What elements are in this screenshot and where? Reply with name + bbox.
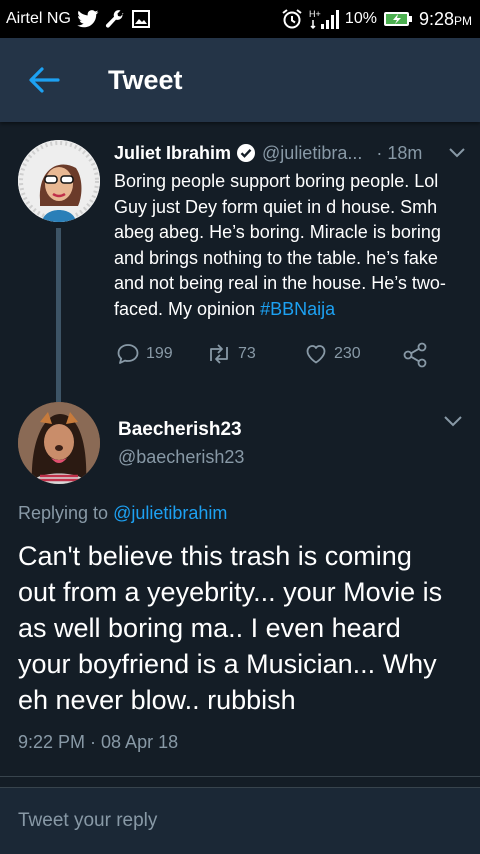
like-count: 230 — [334, 345, 361, 362]
heart-icon — [306, 345, 326, 364]
reply-user-handle[interactable]: @baecherish23 — [118, 447, 244, 468]
tweet-actions: 199 73 230 — [116, 342, 436, 370]
replying-to: Replying to @julietibrahim — [18, 503, 228, 523]
like-button[interactable]: 230 — [304, 342, 361, 366]
reply-display-name[interactable]: Baecherish23 — [118, 419, 242, 441]
page-title: Tweet — [108, 64, 183, 95]
reply-text-line: Can't believe this trash is coming — [18, 541, 412, 571]
reply-button[interactable]: 199 — [116, 342, 173, 366]
tweet-text-line: Guy just Dey form quiet in d house. Smh — [114, 196, 438, 217]
reply-composer — [0, 787, 480, 854]
mention-link[interactable]: @julietibrahim — [113, 503, 227, 523]
image-icon — [131, 9, 151, 29]
retweet-count: 73 — [238, 345, 256, 362]
reply-count: 199 — [146, 345, 173, 362]
divider — [0, 776, 480, 777]
user-handle[interactable]: @julietibra... — [262, 143, 362, 164]
tweet-time: · 18m — [376, 142, 423, 163]
original-tweet[interactable]: Juliet Ibrahim @julietibra... · 18m Bori… — [0, 122, 480, 402]
reply-icon — [117, 344, 139, 364]
status-bar: Airtel NG H+ 10% 9:28PM — [0, 0, 480, 38]
tweet-header: Juliet Ibrahim @julietibra... · 18m — [114, 140, 466, 166]
thread-connector — [56, 228, 61, 408]
back-arrow-icon — [29, 67, 60, 93]
hashtag-link[interactable]: #BBNaija — [260, 299, 335, 319]
verified-badge-icon — [236, 143, 256, 163]
battery-percent: 10% — [344, 10, 377, 27]
reply-text-line: as well boring ma.. I even heard — [18, 613, 401, 643]
avatar[interactable] — [18, 140, 100, 222]
clock: 9:28PM — [418, 8, 472, 29]
tweet-text-line: faced. My opinion #BBNaija — [114, 298, 336, 319]
back-button[interactable] — [14, 50, 74, 110]
reply-text-line: your boyfriend is a Musician... Why — [18, 649, 437, 679]
tweet-text-line: abeg abeg. He’s boring. Miracle is borin… — [114, 222, 441, 243]
display-name[interactable]: Juliet Ibrahim — [114, 143, 231, 164]
share-icon — [403, 342, 427, 368]
reply-timestamp: 9:22 PM · 08 Apr 18 — [18, 732, 179, 752]
signal-icon: H+ — [309, 8, 339, 30]
alarm-icon — [281, 8, 303, 30]
app-header: Tweet — [0, 38, 480, 122]
chevron-down-icon[interactable] — [442, 414, 464, 433]
retweet-icon — [210, 344, 228, 364]
retweet-button[interactable]: 73 — [206, 342, 256, 366]
tweet-text-line: and brings nothing to the table. he’s fa… — [114, 247, 438, 268]
chevron-down-icon[interactable] — [448, 147, 466, 159]
reply-text: Can't believe this trash is coming out f… — [18, 538, 468, 718]
reply-text-line: eh never blow.. rubbish — [18, 685, 296, 715]
reply-avatar[interactable] — [18, 402, 100, 484]
wrench-icon — [105, 9, 125, 29]
carrier-label: Airtel NG — [6, 10, 71, 27]
share-button[interactable] — [402, 342, 428, 368]
network-type-label: H+ — [309, 9, 321, 19]
battery-charging-icon — [383, 10, 413, 28]
reply-input[interactable] — [18, 810, 458, 832]
tweet-text-line: Boring people support boring people. Lol — [114, 171, 439, 191]
reply-text-line: out from a yeyebrity... your Movie is — [18, 577, 443, 607]
twitter-bird-icon — [77, 10, 99, 28]
tweet-text: Boring people support boring people. Lol… — [114, 169, 466, 323]
tweet-text-line: and not being real in the house. He’s tw… — [114, 273, 446, 294]
